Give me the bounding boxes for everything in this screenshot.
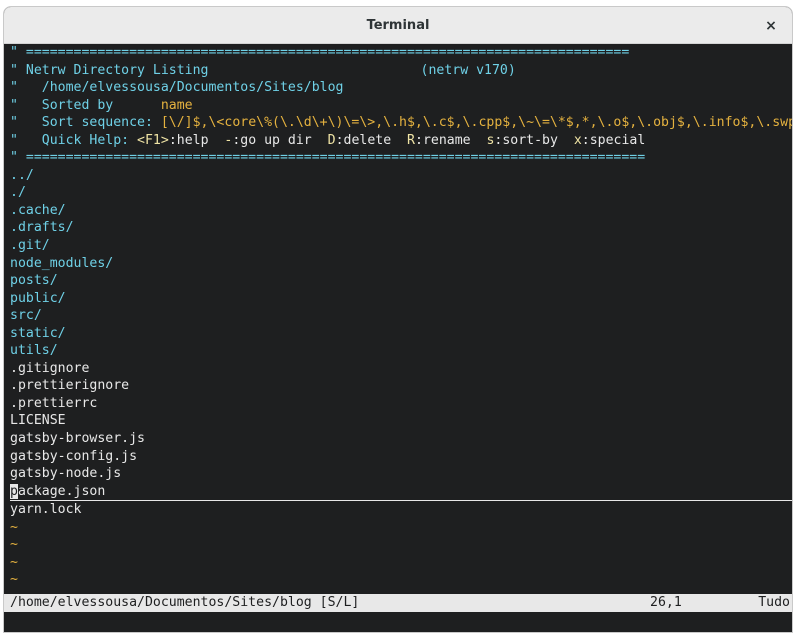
dir-entry[interactable]: .drafts/ [10, 219, 792, 237]
file-entry[interactable]: gatsby-browser.js [10, 430, 792, 448]
dir-entry[interactable]: public/ [10, 290, 792, 308]
text-cursor: p [10, 483, 18, 499]
empty-line-tilde: ~ [10, 537, 18, 553]
quickhelp-desc: :go up dir [232, 132, 328, 148]
dir-entry[interactable]: ./ [10, 184, 792, 202]
dir-entry[interactable]: src/ [10, 307, 792, 325]
dir-entry[interactable]: ../ [10, 167, 792, 185]
empty-line-tilde: ~ [10, 519, 18, 535]
banner-title: " Netrw Directory Listing [10, 62, 209, 78]
file-entry[interactable]: LICENSE [10, 412, 792, 430]
dir-entry[interactable]: .cache/ [10, 202, 792, 220]
banner-sortseq-line: " Sort sequence: [\/]$,\<core\%(\.\d\+\)… [10, 114, 792, 132]
statusline-position: 26,1 [650, 595, 682, 610]
banner-rule-top: " ======================================… [10, 45, 630, 60]
statusline-scroll: Tudo [758, 595, 790, 610]
sorted-by-value: name [160, 97, 193, 113]
dir-entry[interactable]: .git/ [10, 237, 792, 255]
banner-sorted-line: " Sorted by name [10, 97, 193, 113]
quickhelp-desc: :help [168, 132, 225, 148]
file-entry[interactable]: yarn.lock [10, 501, 792, 519]
close-button[interactable]: × [760, 15, 782, 37]
file-entry[interactable]: gatsby-config.js [10, 448, 792, 466]
banner-path: /home/elvessousa/Documentos/Sites/blog [41, 80, 344, 96]
banner-path-line: " /home/elvessousa/Documentos/Sites/blog [10, 80, 344, 96]
dir-entry[interactable]: node_modules/ [10, 255, 792, 273]
dir-entry[interactable]: posts/ [10, 272, 792, 290]
terminal-window: Terminal × " ===========================… [3, 6, 793, 633]
dir-entry[interactable]: static/ [10, 325, 792, 343]
quickhelp-key: <F1> [137, 132, 169, 148]
file-entry[interactable]: .prettierrc [10, 395, 792, 413]
current-file-rest: ackage.json [17, 483, 106, 499]
file-entry[interactable]: .prettierignore [10, 377, 792, 395]
quickhelp-desc: :delete [335, 132, 408, 148]
quickhelp-key: D [327, 132, 336, 148]
window-title: Terminal [366, 18, 430, 33]
file-entry[interactable]: gatsby-node.js [10, 465, 792, 483]
file-entry-current[interactable]: package.json [10, 483, 792, 502]
quickhelp-desc: :special [581, 132, 646, 148]
banner-quickhelp-line: " Quick Help: <F1>:help -:go up dir D:de… [10, 132, 646, 148]
file-entry[interactable]: .gitignore [10, 360, 792, 378]
banner-rule-bottom: " ======================================… [10, 150, 646, 166]
quickhelp-key: R [407, 132, 415, 148]
quickhelp-key: x [573, 132, 582, 148]
terminal-content[interactable]: " ======================================… [4, 44, 792, 632]
dir-entry[interactable]: utils/ [10, 342, 792, 360]
netrw-version: (netrw v170) [420, 62, 516, 78]
sort-sequence-value: [\/]$,\<core\%(\.\d\+\)\=\>,\.h$,\.c$,\.… [160, 115, 792, 131]
banner-title-line: " Netrw Directory Listing (netrw v170) [10, 62, 792, 80]
quickhelp-desc: :sort-by [494, 132, 574, 148]
empty-line-tilde: ~ [10, 554, 18, 570]
empty-line-tilde: ~ [10, 572, 18, 588]
titlebar[interactable]: Terminal × [4, 7, 792, 44]
statusline-path: /home/elvessousa/Documentos/Sites/blog [… [10, 595, 360, 610]
quickhelp-desc: :rename [415, 132, 487, 148]
vim-statusline: /home/elvessousa/Documentos/Sites/blog [… [4, 594, 792, 612]
